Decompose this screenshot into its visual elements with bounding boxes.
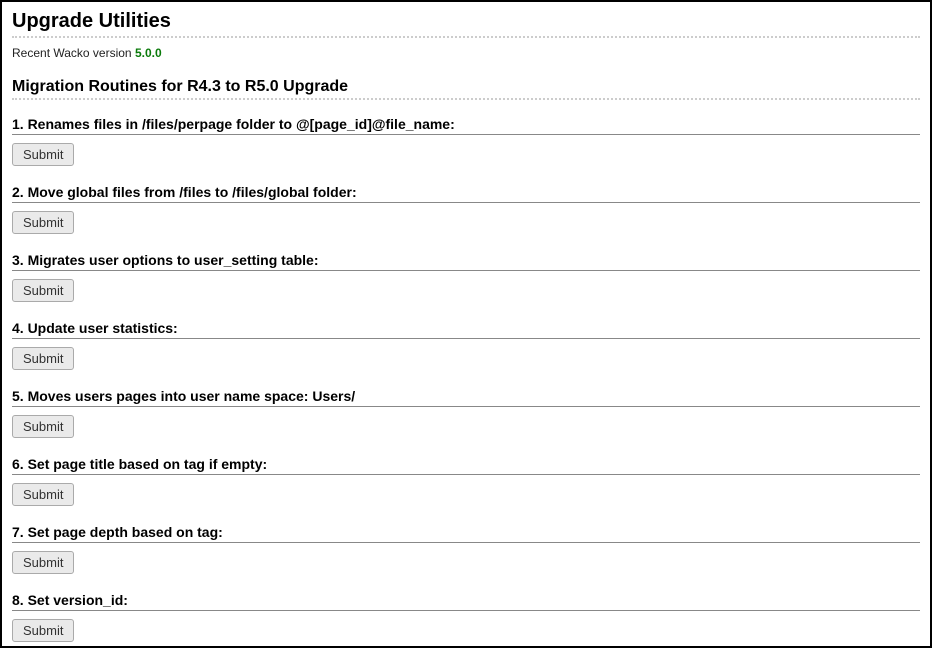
routine-title: 3. Migrates user options to user_setting… — [12, 252, 920, 271]
page-title: Upgrade Utilities — [12, 10, 920, 38]
routine-title: 6. Set page title based on tag if empty: — [12, 456, 920, 475]
version-line: Recent Wacko version 5.0.0 — [12, 46, 920, 60]
routine-3: 3. Migrates user options to user_setting… — [12, 252, 920, 302]
submit-button[interactable]: Submit — [12, 619, 74, 642]
routine-5: 5. Moves users pages into user name spac… — [12, 388, 920, 438]
routine-2: 2. Move global files from /files to /fil… — [12, 184, 920, 234]
submit-button[interactable]: Submit — [12, 551, 74, 574]
routine-title: 4. Update user statistics: — [12, 320, 920, 339]
submit-button[interactable]: Submit — [12, 279, 74, 302]
submit-button[interactable]: Submit — [12, 483, 74, 506]
routine-title: 8. Set version_id: — [12, 592, 920, 611]
submit-button[interactable]: Submit — [12, 211, 74, 234]
version-value: 5.0.0 — [135, 46, 162, 60]
routine-title: 2. Move global files from /files to /fil… — [12, 184, 920, 203]
routine-title: 7. Set page depth based on tag: — [12, 524, 920, 543]
routine-title: 1. Renames files in /files/perpage folde… — [12, 116, 920, 135]
submit-button[interactable]: Submit — [12, 415, 74, 438]
version-label: Recent Wacko version — [12, 46, 135, 60]
routine-8: 8. Set version_id: Submit — [12, 592, 920, 642]
submit-button[interactable]: Submit — [12, 143, 74, 166]
routine-7: 7. Set page depth based on tag: Submit — [12, 524, 920, 574]
section-heading: Migration Routines for R4.3 to R5.0 Upgr… — [12, 78, 920, 100]
routine-4: 4. Update user statistics: Submit — [12, 320, 920, 370]
routine-title: 5. Moves users pages into user name spac… — [12, 388, 920, 407]
routine-6: 6. Set page title based on tag if empty:… — [12, 456, 920, 506]
routine-1: 1. Renames files in /files/perpage folde… — [12, 116, 920, 166]
submit-button[interactable]: Submit — [12, 347, 74, 370]
